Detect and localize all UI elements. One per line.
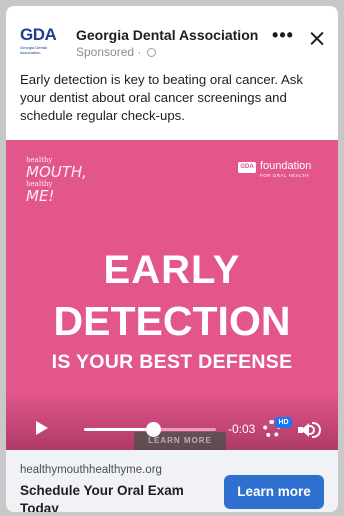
foundation-subtitle: FOR ORAL HEALTH — [260, 173, 310, 178]
hd-quality-badge[interactable]: HD — [275, 417, 292, 428]
sponsored-label: Sponsored · — [76, 45, 156, 59]
headline-line-3: IS YOUR BEST DEFENSE — [51, 351, 293, 373]
foundation-logo: GDA foundation FOR ORAL HEALTH — [238, 160, 318, 184]
campaign-logo: healthy MOUTH, healthy ME! — [26, 156, 96, 204]
speaker-cone — [301, 423, 309, 437]
logo-text: GDA — [20, 25, 57, 44]
post-caption: Early detection is key to beating oral c… — [20, 72, 303, 123]
link-footer[interactable]: healthymouthhealthyme.org Schedule Your … — [6, 450, 338, 512]
globe-icon — [146, 48, 156, 57]
campaign-logo-line2: MOUTH, — [26, 163, 87, 181]
video-controls-bar: LEARN MORE -0:03 HD — [6, 392, 338, 450]
link-headline[interactable]: Schedule Your Oral Exam Today — [20, 482, 210, 512]
play-icon[interactable] — [36, 421, 48, 435]
headline-line-2: DETECTION — [53, 298, 291, 344]
close-icon[interactable] — [306, 28, 328, 50]
more-options-icon[interactable]: ••• — [270, 26, 296, 46]
seek-handle[interactable] — [146, 422, 161, 437]
sponsored-text: Sponsored · — [76, 45, 142, 59]
link-domain: healthymouthhealthyme.org — [20, 464, 162, 476]
seek-progress — [84, 428, 150, 431]
campaign-logo-line4: ME! — [26, 187, 55, 205]
headline-line-1: EARLY — [103, 248, 241, 292]
learn-more-button[interactable]: Learn more — [224, 475, 324, 509]
page-avatar-logo[interactable]: GDA Georgia Dental Association — [20, 25, 64, 56]
logo-subtext: Georgia Dental Association — [20, 45, 47, 55]
sponsored-post-card: GDA Georgia Dental Association Georgia D… — [6, 6, 338, 512]
speaker-wave-outer — [312, 422, 321, 438]
page-name-link[interactable]: Georgia Dental Association — [76, 27, 258, 43]
video-player[interactable]: healthy MOUTH, healthy ME! GDA foundatio… — [6, 140, 338, 450]
foundation-name: foundation — [260, 160, 312, 172]
foundation-badge: GDA — [238, 162, 256, 173]
speaker-icon[interactable] — [298, 422, 322, 438]
time-remaining: -0:03 — [228, 422, 256, 436]
post-header: GDA Georgia Dental Association Georgia D… — [6, 6, 338, 60]
